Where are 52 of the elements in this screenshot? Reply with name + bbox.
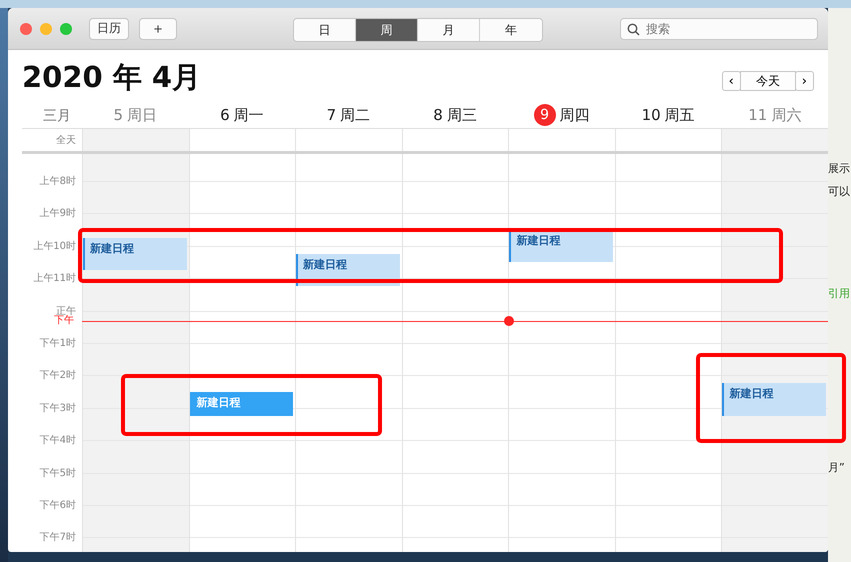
hour-label: 上午10时: [33, 240, 76, 253]
add-button[interactable]: ＋: [139, 18, 177, 40]
document-text: 可以: [828, 185, 851, 199]
document-text: 展示: [828, 162, 851, 176]
minimize-button[interactable]: [40, 22, 52, 34]
hour-label: 上午11时: [33, 272, 76, 286]
month-label: 三月: [43, 108, 71, 124]
hour-label: 下午2时: [40, 368, 76, 382]
month-title: 2020 年 4月: [22, 59, 202, 96]
weekday-label: 周三: [446, 106, 477, 124]
view-tab[interactable]: 年: [480, 19, 542, 41]
hour-label: 正午: [56, 304, 76, 317]
event-block[interactable]: 新建日程: [722, 383, 826, 416]
day-number: 10: [642, 106, 661, 124]
hour-label: 下午1时: [40, 336, 76, 350]
view-tab[interactable]: 周: [356, 19, 418, 41]
hour-label: 上午8时: [40, 174, 76, 188]
weekday-label: 周四: [560, 106, 590, 124]
day-number: 6: [220, 106, 230, 124]
day-number: 5: [114, 106, 124, 124]
close-button[interactable]: [20, 22, 32, 34]
day-number: 8: [433, 106, 443, 124]
view-tab[interactable]: 日: [294, 19, 356, 41]
view-tab[interactable]: 月: [418, 19, 480, 41]
previous-button[interactable]: ‹: [722, 71, 741, 91]
hour-label: 上午9时: [40, 206, 76, 220]
hour-label: 下午4时: [40, 434, 76, 448]
hour-label: 下午5时: [40, 466, 76, 480]
calendars-button[interactable]: 日历: [89, 18, 129, 40]
search-field[interactable]: 搜索: [620, 18, 818, 40]
day-number: 7: [326, 106, 336, 124]
weekday-label: 周五: [664, 106, 695, 124]
hour-label: 下午6时: [40, 498, 76, 512]
next-button[interactable]: ›: [794, 71, 814, 91]
today-button[interactable]: 今天: [740, 71, 796, 91]
event-block[interactable]: 新建日程: [509, 230, 613, 262]
event-block[interactable]: 新建日程: [83, 238, 187, 270]
zoom-button[interactable]: [60, 22, 72, 34]
hour-label: 下午3时: [40, 402, 76, 415]
day-number: 9: [534, 104, 556, 126]
all-day-label: 全天: [56, 134, 76, 147]
search-icon: [627, 23, 640, 36]
current-time-label: 下午: [54, 316, 74, 326]
day-number: 11: [748, 106, 768, 124]
hour-label: 下午7时: [40, 530, 76, 544]
weekday-label: 周日: [127, 106, 158, 124]
document-text: 月”: [828, 461, 846, 475]
weekday-label: 周一: [234, 106, 264, 124]
document-text: 引用: [828, 287, 851, 301]
weekday-label: 周二: [340, 106, 370, 124]
weekday-label: 周六: [771, 106, 802, 124]
current-time-dot: [504, 316, 514, 326]
